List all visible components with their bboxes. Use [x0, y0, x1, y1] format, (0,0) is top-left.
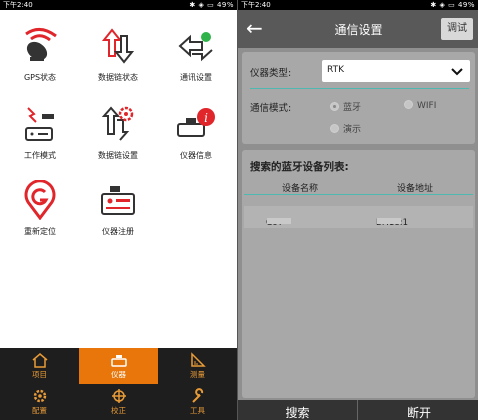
comm-settings-item[interactable]: 通讯设置	[158, 18, 234, 90]
device-register-icon	[101, 186, 135, 215]
battery-level: 49%	[216, 1, 234, 9]
device-info-label: 仪器信息	[180, 151, 212, 160]
settings-panel: 仪器类型: RTK 通信模式: 蓝牙 WIFI 演示	[242, 52, 475, 144]
radio-dot	[330, 124, 339, 133]
redacted-mark	[377, 218, 401, 224]
radio-wifi[interactable]: WIFI	[404, 100, 436, 111]
device-register-label: 仪器注册	[102, 227, 134, 236]
wrench-icon	[191, 388, 203, 403]
instrument-type-label: 仪器类型:	[250, 68, 292, 79]
datalink-settings-label: 数据链设置	[98, 151, 138, 160]
device-info-item[interactable]: i 仪器信息	[158, 96, 234, 168]
divider	[244, 194, 473, 195]
battery-level-right: 49%	[457, 1, 475, 9]
nav-tools[interactable]: 工具	[158, 384, 237, 420]
bt-device-row[interactable]: G97 BF:18:1	[244, 206, 473, 228]
chevron-down-icon	[451, 68, 463, 76]
satellite-dish-icon	[25, 28, 57, 61]
status-time-right: 下午2:40	[241, 1, 271, 9]
nav-measure-label: 测量	[190, 370, 205, 379]
svg-text:i: i	[204, 111, 208, 125]
radio-dot-selected	[330, 102, 339, 111]
redacted-mark	[267, 218, 291, 224]
status-bar: 下午2:40 ✱ ◈ ▭ 49%	[0, 0, 237, 10]
nav-instrument-label: 仪器	[111, 370, 126, 379]
action-bar: 搜索 断开	[238, 400, 478, 420]
gps-status-item[interactable]: GPS状态	[2, 18, 78, 90]
bluetooth-list-panel: 搜索的蓝牙设备列表: 设备名称 设备地址 G97 BF:18:1	[242, 150, 475, 398]
device-info-icon: i	[177, 108, 215, 137]
nav-instrument[interactable]: 仪器	[79, 348, 158, 384]
divider	[250, 88, 469, 89]
instrument-type-select[interactable]: RTK	[322, 60, 470, 82]
debug-button[interactable]: 调试	[441, 18, 473, 40]
nav-config[interactable]: 配置	[0, 384, 79, 420]
col-device-addr: 设备地址	[397, 184, 434, 194]
instrument-type-value: RTK	[327, 65, 344, 75]
radio-demo-label: 演示	[343, 125, 362, 135]
radio-bluetooth[interactable]: 蓝牙	[330, 100, 361, 113]
gps-status-label: GPS状态	[23, 73, 57, 82]
search-button[interactable]: 搜索	[238, 400, 358, 420]
datalink-status-label: 数据链状态	[98, 73, 138, 82]
radio-wifi-label: WIFI	[417, 101, 437, 111]
crosshair-icon	[111, 389, 126, 403]
bt-list-title: 搜索的蓝牙设备列表:	[250, 161, 349, 173]
instrument-screen: 下午2:40 ✱ ◈ ▭ 49% GPS状态 数据链状态 通讯设置 工作模式 数…	[0, 0, 237, 420]
bottom-navigation: 项目 仪器 测量 配置 校正 工具	[0, 348, 237, 420]
comm-settings-label: 通讯设置	[180, 73, 212, 82]
radio-demo[interactable]: 演示	[330, 122, 361, 135]
comm-mode-label: 通信模式:	[250, 103, 292, 114]
nav-measure[interactable]: 测量	[158, 348, 237, 384]
nav-config-label: 配置	[32, 406, 47, 415]
device-icon	[110, 355, 127, 367]
status-indicators: ✱ ◈ ▭ 49%	[189, 1, 234, 9]
nav-project-label: 项目	[32, 370, 47, 379]
radio-bluetooth-label: 蓝牙	[343, 103, 362, 113]
ruler-icon	[190, 352, 206, 367]
radio-dot	[404, 100, 413, 109]
status-time: 下午2:40	[3, 1, 33, 9]
device-register-item[interactable]: 仪器注册	[80, 172, 156, 244]
nav-tools-label: 工具	[190, 406, 205, 415]
title-bar: ← 通信设置 调试	[238, 10, 478, 48]
gear-icon	[33, 389, 46, 403]
updown-arrows-icon	[101, 28, 135, 64]
datalink-settings-item[interactable]: 数据链设置	[80, 96, 156, 168]
col-device-name: 设备名称	[282, 184, 319, 194]
work-mode-item[interactable]: 工作模式	[2, 96, 78, 168]
relocate-label: 重新定位	[24, 227, 56, 236]
relocate-icon	[24, 180, 56, 220]
nav-calibrate[interactable]: 校正	[79, 384, 158, 420]
nav-calibrate-label: 校正	[111, 406, 126, 415]
work-mode-label: 工作模式	[24, 151, 56, 160]
status-indicators-right: ✱ ◈ ▭ 49%	[430, 1, 475, 9]
comm-arrows-icon	[178, 32, 213, 62]
work-mode-icon	[25, 107, 54, 141]
relocate-item[interactable]: 重新定位	[2, 172, 78, 244]
disconnect-button[interactable]: 断开	[359, 400, 478, 420]
home-icon	[32, 353, 47, 368]
datalink-status-item[interactable]: 数据链状态	[80, 18, 156, 90]
status-bar-right: 下午2:40 ✱ ◈ ▭ 49%	[238, 0, 478, 10]
nav-project[interactable]: 项目	[0, 348, 79, 384]
comm-settings-screen: 下午2:40 ✱ ◈ ▭ 49% ← 通信设置 调试 仪器类型: RTK 通信模…	[237, 0, 478, 420]
datalink-gear-icon	[101, 106, 134, 141]
